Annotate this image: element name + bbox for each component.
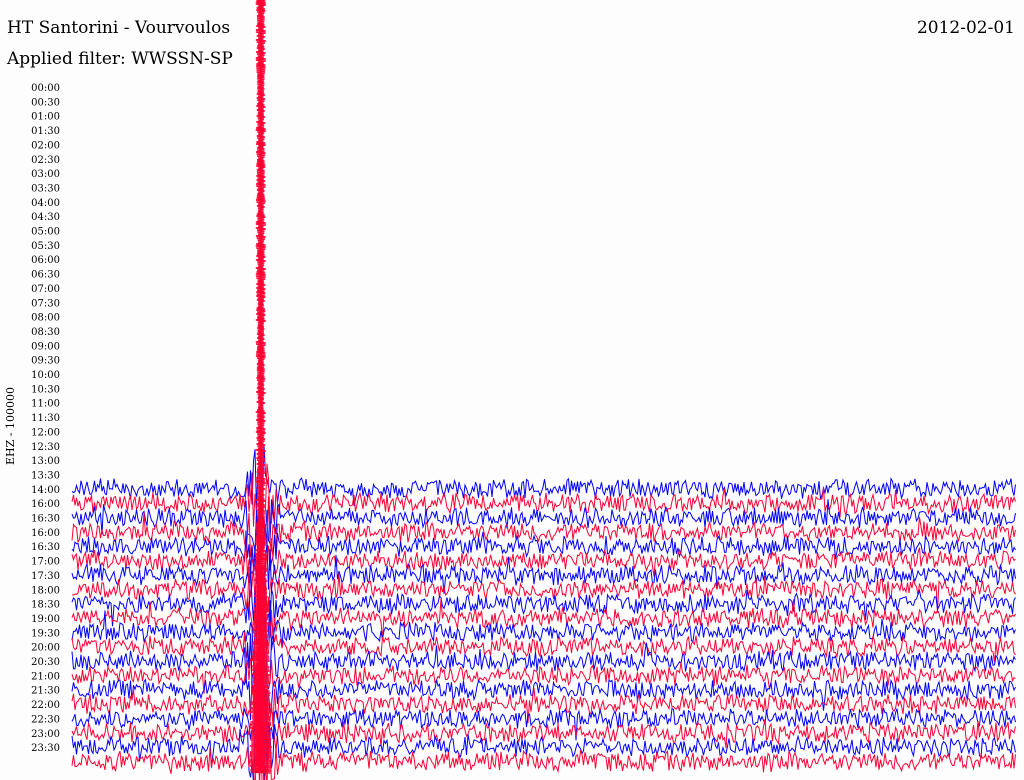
time-tick-labels: 00:00 00:30 01:00 01:30 02:00 02:30 03:00 03:30… [31, 83, 60, 754]
tick-label: 08:30 [31, 327, 60, 338]
tick-label: 06:30 [31, 270, 60, 281]
tick-label: 11:30 [31, 413, 60, 424]
tick-label: 12:00 [31, 427, 60, 438]
trace-row [71, 463, 1016, 550]
tick-label: 04:30 [31, 212, 60, 223]
tick-label: 19:00 [31, 614, 60, 625]
tick-label: 16:00 [31, 528, 60, 539]
tick-label: 06:00 [31, 255, 60, 266]
tick-label: 05:00 [31, 227, 60, 238]
helicorder-plot: 00:00 00:30 01:00 01:30 02:00 02:30 03:00 03:30… [31, 0, 1016, 780]
tick-label: 23:00 [31, 729, 60, 740]
tick-label: 05:30 [31, 241, 60, 252]
tick-label: 01:00 [31, 112, 60, 123]
tick-label: 17:00 [31, 557, 60, 568]
tick-label: 20:30 [31, 657, 60, 668]
tick-label: 00:30 [31, 97, 60, 108]
tick-label: 21:00 [31, 671, 60, 682]
tick-label: 09:00 [31, 341, 60, 352]
tick-label: 22:00 [31, 700, 60, 711]
tick-label: 21:30 [31, 686, 60, 697]
tick-label: 03:00 [31, 169, 60, 180]
tick-label: 09:30 [31, 356, 60, 367]
tick-label: 16:30 [31, 514, 60, 525]
tick-label: 22:30 [31, 714, 60, 725]
tick-label: 02:00 [31, 140, 60, 151]
tick-label: 13:30 [31, 470, 60, 481]
tick-label: 18:00 [31, 585, 60, 596]
tick-label: 00:00 [31, 83, 60, 94]
tick-label: 14:00 [31, 485, 60, 496]
tick-label: 07:30 [31, 298, 60, 309]
tick-label: 12:30 [31, 442, 60, 453]
tick-label: 01:30 [31, 126, 60, 137]
tick-label: 16:00 [31, 499, 60, 510]
tick-label: 08:00 [31, 313, 60, 324]
trace-row [71, 669, 1016, 746]
trace-row [71, 496, 1016, 581]
tick-label: 20:00 [31, 643, 60, 654]
tick-label: 16:30 [31, 542, 60, 553]
tick-label: 18:30 [31, 600, 60, 611]
tick-label: 03:30 [31, 183, 60, 194]
tick-label: 10:30 [31, 384, 60, 395]
tick-label: 17:30 [31, 571, 60, 582]
tick-label: 13:00 [31, 456, 60, 467]
tick-label: 02:30 [31, 155, 60, 166]
tick-label: 04:00 [31, 198, 60, 209]
tick-label: 10:00 [31, 370, 60, 381]
tick-label: 11:00 [31, 399, 60, 410]
seismic-traces [71, 0, 1016, 780]
tick-label: 19:30 [31, 628, 60, 639]
tick-label: 23:30 [31, 743, 60, 754]
tick-label: 07:00 [31, 284, 60, 295]
